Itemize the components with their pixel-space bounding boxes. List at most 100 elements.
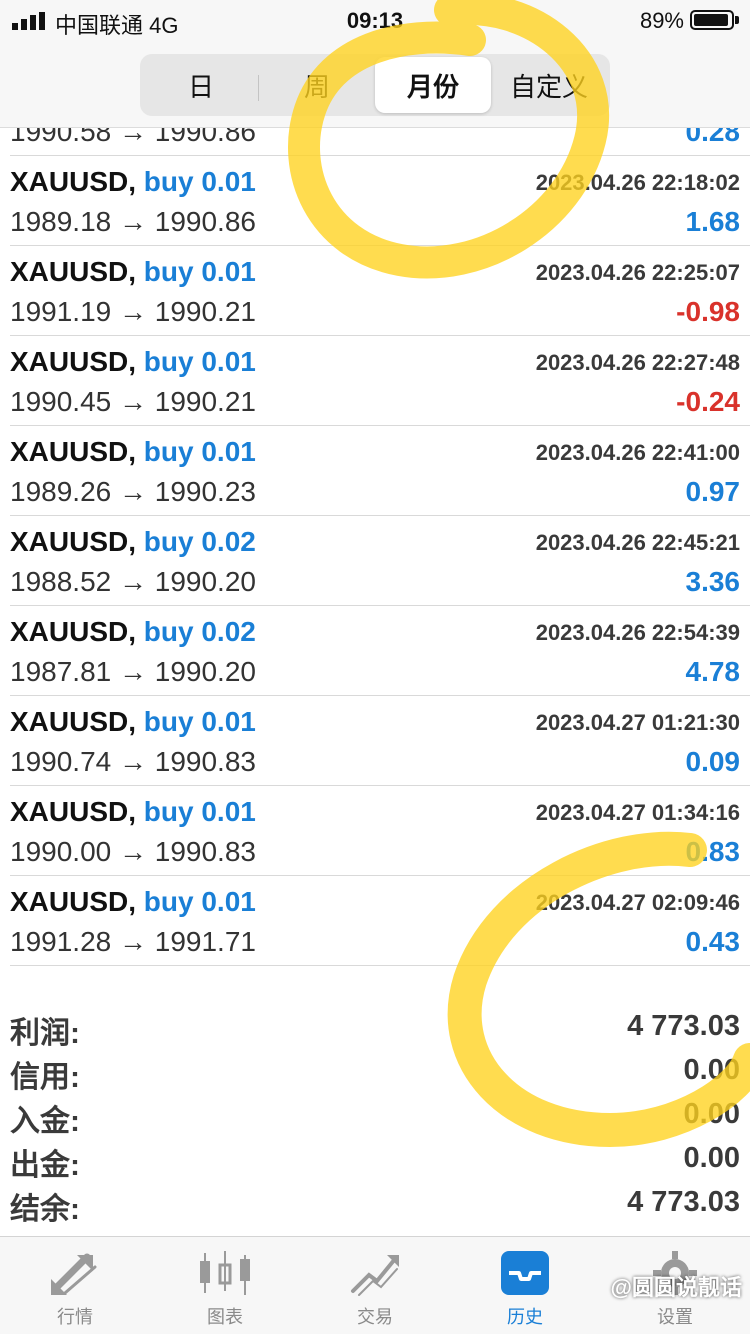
trade-title: XAUUSD, buy 0.01	[10, 886, 256, 918]
trade-title: XAUUSD, buy 0.01	[10, 166, 256, 198]
summary-deposit-row: 入金: 0.00	[10, 1094, 750, 1138]
battery-icon	[690, 10, 734, 30]
candlestick-chart-icon	[200, 1251, 250, 1295]
trade-title: XAUUSD, buy 0.01	[10, 346, 256, 378]
trade-time: 2023.04.27 02:09:46	[535, 890, 740, 915]
trade-profit: 0.28	[685, 128, 741, 147]
summary-credit-label: 信用:	[10, 1061, 80, 1094]
trade-time: 2023.04.26 22:41:00	[535, 440, 740, 465]
trade-title: XAUUSD, buy 0.01	[10, 796, 256, 828]
trade-profit: -0.24	[676, 386, 740, 417]
trade-history-rows: XAUUSD, buy 0.012023.04.26 22:10:151990.…	[0, 128, 750, 966]
trade-symbol: XAUUSD,	[10, 616, 137, 647]
tab-month-label: 月份	[406, 71, 459, 102]
battery-tip	[735, 16, 739, 24]
trade-time: 2023.04.26 22:27:48	[535, 350, 740, 375]
trade-prices: 1987.81 → 1990.20	[10, 656, 256, 687]
trade-title: XAUUSD, buy 0.01	[10, 706, 256, 738]
trade-prices: 1990.00 → 1990.83	[10, 836, 256, 867]
trade-row[interactable]: XAUUSD, buy 0.01 2023.04.27 02:09:46 1991.…	[10, 876, 750, 966]
tab-charts[interactable]: 图表	[150, 1237, 300, 1334]
trade-prices: 1988.52 → 1990.20	[10, 566, 256, 597]
tab-quotes[interactable]: 行情	[0, 1237, 150, 1334]
tab-settings-label: 设置	[657, 1307, 693, 1327]
tab-trade-label: 交易	[357, 1307, 393, 1327]
trade-row[interactable]: XAUUSD, buy 0.02 2023.04.26 22:54:39 1987.…	[10, 606, 750, 696]
tab-month[interactable]: 月份	[375, 57, 491, 113]
trade-profit: 3.36	[685, 566, 741, 597]
tab-trade[interactable]: 交易	[300, 1237, 450, 1334]
trade-side-volume: buy 0.01	[143, 706, 256, 737]
summary-withdrawal-label: 出金:	[10, 1149, 80, 1182]
summary-withdrawal-value: 0.00	[683, 1142, 740, 1174]
trade-symbol: XAUUSD,	[10, 796, 137, 827]
trade-history-list[interactable]: XAUUSD, buy 0.012023.04.26 22:10:151990.…	[0, 128, 750, 996]
tab-history[interactable]: 历史	[450, 1237, 600, 1334]
status-bar: 中国联通 4G 09:13 89%	[0, 0, 750, 42]
summary-profit-row: 利润: 4 773.03	[10, 1006, 750, 1050]
trade-side-volume: buy 0.01	[143, 256, 256, 287]
trade-time: 2023.04.27 01:34:16	[535, 800, 740, 825]
trade-prices: 1991.19 → 1990.21	[10, 296, 256, 327]
tab-quotes-label: 行情	[57, 1307, 93, 1327]
period-segmented-control: 日 周 月份 自定义	[140, 54, 610, 116]
trade-prices: 1989.26 → 1990.23	[10, 476, 256, 507]
summary-profit-value: 4 773.03	[627, 1010, 740, 1042]
trade-profit: 0.43	[685, 926, 741, 957]
trade-row[interactable]: XAUUSD, buy 0.01 2023.04.27 01:34:16 1990.…	[10, 786, 750, 876]
period-selector-bar: 日 周 月份 自定义	[0, 42, 750, 128]
trade-side-volume: buy 0.01	[143, 166, 256, 197]
trade-title: XAUUSD, buy 0.01	[10, 436, 256, 468]
watermark-text: @圆圆说靓话	[610, 1275, 742, 1300]
trade-symbol: XAUUSD,	[10, 256, 137, 287]
trade-profit: 1.68	[685, 206, 741, 237]
summary-balance-row: 结余: 4 773.03	[10, 1182, 750, 1226]
trade-time: 2023.04.27 01:21:30	[535, 710, 740, 735]
trade-row[interactable]: XAUUSD, buy 0.01 2023.04.26 22:27:48 1990.…	[10, 336, 750, 426]
trade-side-volume: buy 0.02	[143, 526, 256, 557]
tab-day-label: 日	[187, 71, 214, 102]
trade-side-volume: buy 0.02	[143, 616, 256, 647]
trade-prices: 1990.45 → 1990.21	[10, 386, 256, 417]
trade-side-volume: buy 0.01	[143, 436, 256, 467]
trade-row[interactable]: XAUUSD, buy 0.01 2023.04.26 22:41:00 1989.…	[10, 426, 750, 516]
trade-time: 2023.04.26 22:18:02	[535, 170, 740, 195]
trade-row[interactable]: XAUUSD, buy 0.01 2023.04.27 01:21:30 1990.…	[10, 696, 750, 786]
tab-charts-label: 图表	[207, 1307, 243, 1327]
trade-row[interactable]: XAUUSD, buy 0.02 2023.04.26 22:45:21 1988.…	[10, 516, 750, 606]
history-inbox-icon	[501, 1251, 549, 1295]
trade-time: 2023.04.26 22:54:39	[535, 620, 740, 645]
trade-symbol: XAUUSD,	[10, 436, 137, 467]
summary-withdrawal-row: 出金: 0.00	[10, 1138, 750, 1182]
battery-percent: 89%	[639, 8, 684, 33]
trade-row[interactable]: XAUUSD, buy 0.01 2023.04.26 22:25:07 1991.…	[10, 246, 750, 336]
trade-symbol: XAUUSD,	[10, 526, 137, 557]
tab-week-label: 周	[303, 71, 330, 102]
trade-title: XAUUSD, buy 0.01	[10, 256, 256, 288]
tab-custom[interactable]: 自定义	[491, 57, 607, 113]
summary-profit-label: 利润:	[10, 1017, 80, 1050]
tab-history-label: 历史	[507, 1307, 543, 1327]
trade-prices: 1990.74 → 1990.83	[10, 746, 256, 777]
status-time: 09:13	[346, 8, 404, 33]
summary-balance-value: 4 773.03	[627, 1186, 740, 1218]
trade-profit: 0.97	[685, 476, 741, 507]
quotes-arrows-icon	[51, 1253, 97, 1295]
trade-row[interactable]: XAUUSD, buy 0.01 2023.04.26 22:18:02 1989.…	[10, 156, 750, 246]
summary-credit-value: 0.00	[683, 1054, 740, 1086]
account-summary: 利润: 4 773.03 信用: 0.00 入金: 0.00 出金: 0.00 …	[0, 1006, 750, 1226]
tab-week[interactable]: 周	[259, 57, 375, 113]
tab-day[interactable]: 日	[143, 57, 259, 113]
trade-time: 2023.04.26 22:45:21	[535, 530, 740, 555]
trade-symbol: XAUUSD,	[10, 706, 137, 737]
trade-prices: 1989.18 → 1990.86	[10, 206, 256, 237]
summary-deposit-value: 0.00	[683, 1098, 740, 1130]
trade-side-volume: buy 0.01	[143, 796, 256, 827]
trade-time: 2023.04.26 22:25:07	[535, 260, 740, 285]
tab-custom-label: 自定义	[509, 71, 588, 102]
summary-deposit-label: 入金:	[10, 1105, 80, 1138]
trade-prices: 1990.58 → 1990.86	[10, 128, 256, 147]
trade-profit: -0.98	[676, 296, 740, 327]
trade-symbol: XAUUSD,	[10, 166, 137, 197]
trade-row[interactable]: XAUUSD, buy 0.012023.04.26 22:10:151990.…	[10, 128, 750, 156]
